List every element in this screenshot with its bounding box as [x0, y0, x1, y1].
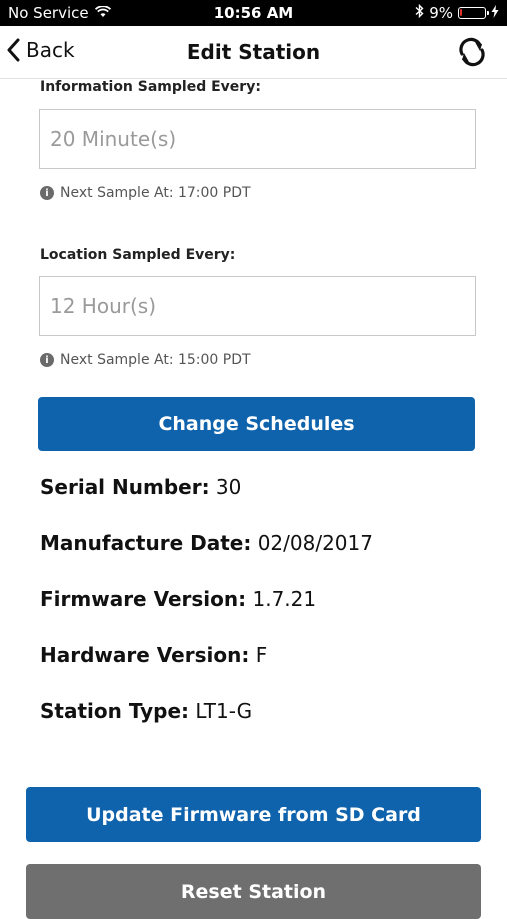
update-firmware-button[interactable]: Update Firmware from SD Card [26, 787, 481, 842]
navigation-bar: Back Edit Station [0, 26, 507, 79]
battery-fill [460, 9, 462, 16]
page-title: Edit Station [186, 40, 321, 64]
status-right: 9% [415, 3, 499, 22]
firmware-version-value: 1.7.21 [252, 587, 317, 611]
charging-bolt-icon [491, 4, 499, 22]
hardware-version-value: F [255, 643, 268, 667]
manufacture-date-value: 02/08/2017 [257, 531, 373, 555]
location-next-sample-hint: i Next Sample At: 15:00 PDT [40, 352, 251, 368]
info-icon: i [40, 186, 54, 200]
information-next-sample-text: Next Sample At: 17:00 PDT [60, 185, 251, 201]
serial-number-label: Serial Number: [40, 475, 210, 499]
firmware-version-label: Firmware Version: [40, 587, 247, 611]
manufacture-date-row: Manufacture Date: 02/08/2017 [40, 531, 373, 555]
firmware-version-row: Firmware Version: 1.7.21 [40, 587, 316, 611]
location-sampling-placeholder: 12 Hour(s) [50, 294, 157, 318]
serial-number-value: 30 [215, 475, 242, 499]
station-type-value: LT1-G [195, 699, 253, 723]
reset-station-button[interactable]: Reset Station [26, 864, 481, 919]
location-next-sample-text: Next Sample At: 15:00 PDT [60, 352, 251, 368]
information-sampling-placeholder: 20 Minute(s) [50, 127, 177, 151]
hardware-version-label: Hardware Version: [40, 643, 250, 667]
hardware-version-row: Hardware Version: F [40, 643, 267, 667]
status-bar: No Service 10:56 AM 9% [0, 0, 507, 26]
battery-icon [458, 7, 489, 19]
location-sampling-input[interactable]: 12 Hour(s) [39, 276, 476, 336]
information-next-sample-hint: i Next Sample At: 17:00 PDT [40, 185, 251, 201]
bluetooth-icon [415, 3, 424, 22]
change-schedules-button[interactable]: Change Schedules [38, 397, 475, 451]
station-type-row: Station Type: LT1-G [40, 699, 252, 723]
serial-number-row: Serial Number: 30 [40, 475, 241, 499]
manufacture-date-label: Manufacture Date: [40, 531, 252, 555]
location-sampling-label: Location Sampled Every: [40, 247, 236, 263]
refresh-icon[interactable] [455, 35, 489, 69]
battery-percent: 9% [429, 4, 453, 22]
info-icon: i [40, 353, 54, 367]
information-sampling-input[interactable]: 20 Minute(s) [39, 109, 476, 169]
station-type-label: Station Type: [40, 699, 190, 723]
information-sampling-label: Information Sampled Every: [40, 79, 261, 95]
